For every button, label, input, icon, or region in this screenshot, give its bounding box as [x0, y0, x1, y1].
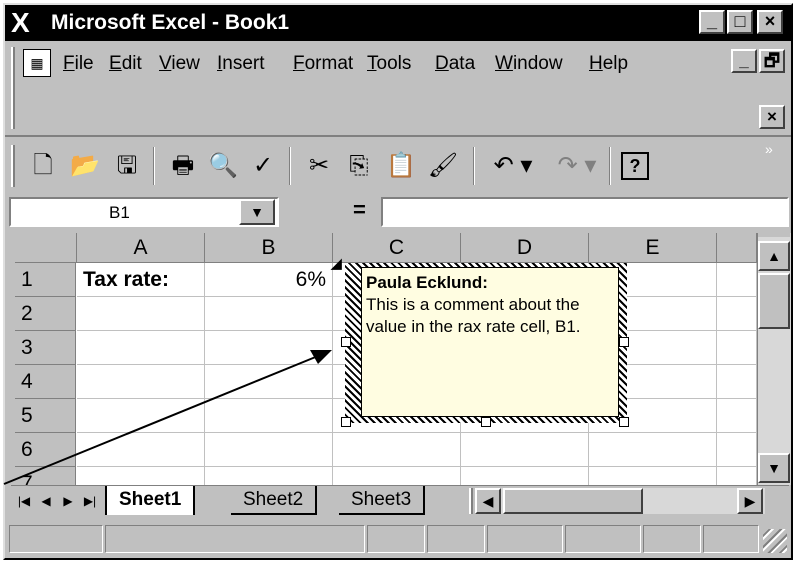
annotation-arrow [3, 350, 332, 485]
